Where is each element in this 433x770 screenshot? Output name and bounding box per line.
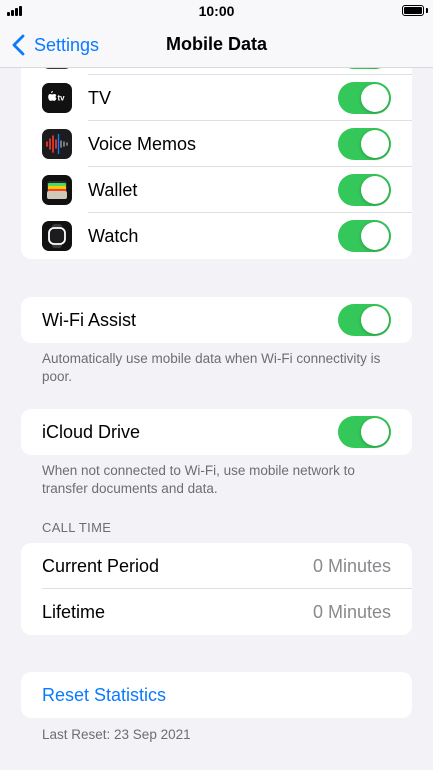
lifetime-row: Lifetime 0 Minutes — [21, 589, 412, 635]
current-period-value: 0 Minutes — [312, 555, 391, 576]
current-period-row: Current Period 0 Minutes — [21, 543, 412, 589]
settings-list[interactable]: tv TV Voice Memos Wallet Watch Wi-Fi Ass… — [0, 68, 433, 770]
app-row-watch: Watch — [21, 213, 412, 259]
voice-memos-icon — [42, 129, 72, 159]
reset-statistics-label: Reset Statistics — [42, 684, 167, 705]
status-time: 10:00 — [198, 3, 235, 19]
wallet-toggle[interactable] — [338, 174, 391, 206]
app-row-wallet: Wallet — [21, 167, 412, 213]
tv-toggle[interactable] — [338, 82, 391, 114]
watch-toggle[interactable] — [338, 220, 391, 252]
icloud-drive-toggle[interactable] — [338, 416, 391, 448]
voice-memos-toggle[interactable] — [338, 128, 391, 160]
page-title: Mobile Data — [165, 34, 267, 54]
app-row-tv: tv TV — [21, 75, 412, 121]
call-time-group: Current Period 0 Minutes Lifetime 0 Minu… — [21, 543, 412, 635]
last-reset-text: Last Reset: 23 Sep 2021 — [42, 727, 191, 742]
status-bar: 10:00 — [0, 0, 433, 22]
current-period-label: Current Period — [42, 555, 160, 576]
icloud-drive-group: iCloud Drive — [21, 409, 412, 455]
apple-tv-icon: tv — [42, 83, 72, 113]
icloud-drive-row: iCloud Drive — [21, 409, 412, 455]
app-label: TV — [88, 87, 112, 108]
wifi-assist-footnote: Automatically use mobile data when Wi-Fi… — [42, 351, 381, 384]
reset-statistics-button[interactable]: Reset Statistics — [21, 672, 412, 718]
navigation-bar: Settings Mobile Data — [0, 22, 433, 68]
toggle-switch[interactable] — [338, 68, 391, 69]
app-icon — [42, 68, 72, 69]
wifi-assist-label: Wi-Fi Assist — [42, 309, 136, 330]
app-label: Wallet — [88, 179, 138, 200]
wallet-icon — [42, 175, 72, 205]
icloud-drive-footnote: When not connected to Wi-Fi, use mobile … — [42, 463, 355, 496]
battery-cap — [426, 8, 428, 13]
wifi-assist-row: Wi-Fi Assist — [21, 297, 412, 343]
wifi-assist-group: Wi-Fi Assist — [21, 297, 412, 343]
lifetime-label: Lifetime — [42, 601, 106, 622]
app-label: Watch — [88, 225, 139, 246]
apps-group: tv TV Voice Memos Wallet Watch — [21, 68, 412, 259]
app-label: Voice Memos — [88, 133, 197, 154]
svg-text:tv: tv — [58, 94, 66, 103]
list-item — [21, 68, 412, 75]
app-row-voice-memos: Voice Memos — [21, 121, 412, 167]
icloud-drive-label: iCloud Drive — [42, 421, 141, 442]
reset-group: Reset Statistics — [21, 672, 412, 718]
battery-icon — [402, 5, 424, 16]
lifetime-value: 0 Minutes — [312, 601, 391, 622]
watch-icon — [42, 221, 72, 251]
call-time-header: CALL TIME — [42, 520, 112, 535]
wifi-assist-toggle[interactable] — [338, 304, 391, 336]
